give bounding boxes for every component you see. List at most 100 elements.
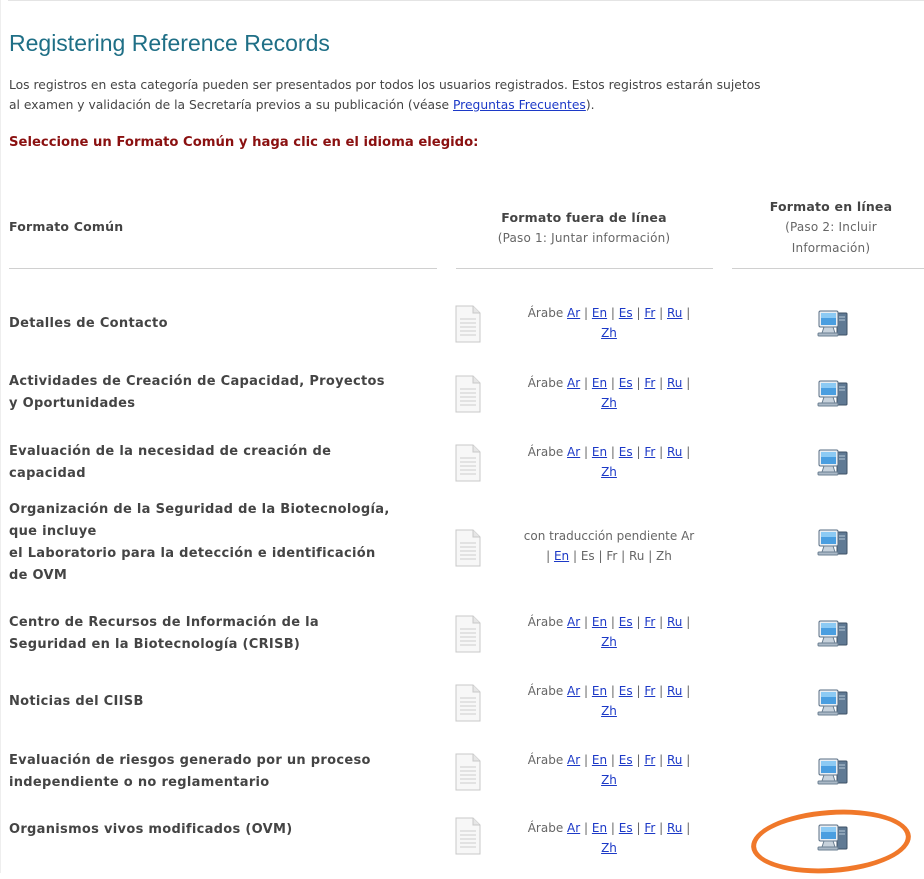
separator: | xyxy=(686,306,691,320)
lang-link-ru[interactable]: Ru xyxy=(667,821,682,835)
lang-link-en[interactable]: En xyxy=(592,306,607,320)
format-name-line: Organización de la Seguridad de la Biote… xyxy=(9,502,390,517)
lang-link-ru[interactable]: Ru xyxy=(667,615,682,629)
page-title: Registering Reference Records xyxy=(9,30,330,56)
lang-link-ru[interactable]: Ru xyxy=(667,376,682,390)
lang-link-es[interactable]: Es xyxy=(619,753,633,767)
format-name-line: capacidad xyxy=(9,466,86,481)
format-name: Centro de Recursos de Información de la S… xyxy=(9,612,449,656)
lang-link-ar[interactable]: Ar xyxy=(567,615,580,629)
lang-link-ru[interactable]: Ru xyxy=(667,306,682,320)
lang-link-fr[interactable]: Fr xyxy=(644,753,655,767)
language-links: Árabe Ar | En | Es | Fr | Ru | Zh xyxy=(490,442,728,482)
separator: | xyxy=(610,821,615,835)
lang-link-zh[interactable]: Zh xyxy=(601,465,617,479)
separator: | xyxy=(636,753,641,767)
computer-icon[interactable] xyxy=(816,526,850,558)
separator: | xyxy=(659,376,664,390)
format-name-line: que incluye xyxy=(9,524,97,539)
intro-text: Los registros en esta categoría pueden s… xyxy=(9,75,924,115)
computer-icon[interactable] xyxy=(816,377,850,409)
separator: | xyxy=(659,615,664,629)
format-name: Evaluación de riesgos generado por un pr… xyxy=(9,750,449,794)
lang-link-fr[interactable]: Fr xyxy=(644,821,655,835)
lang-link-es[interactable]: Es xyxy=(619,821,633,835)
separator: | xyxy=(686,445,691,459)
header-divider-online xyxy=(732,268,924,269)
separator: | xyxy=(636,306,641,320)
header-offline-title: Formato fuera de línea xyxy=(501,210,667,225)
lang-link-fr[interactable]: Fr xyxy=(644,684,655,698)
lang-link-zh[interactable]: Zh xyxy=(601,396,617,410)
format-name-line: Actividades de Creación de Capacidad, Pr… xyxy=(9,374,385,389)
pending-translation-text: con traducción pendiente Ar xyxy=(523,529,695,543)
separator: | xyxy=(686,376,691,390)
format-name: Organización de la Seguridad de la Biote… xyxy=(9,499,449,587)
lang-link-ar[interactable]: Ar xyxy=(567,821,580,835)
lang-link-es[interactable]: Es xyxy=(619,684,633,698)
lang-link-en[interactable]: En xyxy=(592,684,607,698)
computer-icon[interactable] xyxy=(816,617,850,649)
lang-link-zh[interactable]: Zh xyxy=(601,635,617,649)
document-icon xyxy=(455,375,481,413)
lang-link-ar[interactable]: Ar xyxy=(567,753,580,767)
lang-link-fr[interactable]: Fr xyxy=(644,376,655,390)
separator: | xyxy=(584,376,589,390)
lang-link-es[interactable]: Es xyxy=(619,615,633,629)
separator: | xyxy=(636,684,641,698)
lang-link-ar[interactable]: Ar xyxy=(567,445,580,459)
separator: | xyxy=(686,615,691,629)
lang-link-ar[interactable]: Ar xyxy=(567,376,580,390)
arabic-label: Árabe xyxy=(527,376,564,390)
computer-icon[interactable] xyxy=(816,446,850,478)
intro-line-2-start: al examen y validación de la Secretaría … xyxy=(9,98,453,112)
separator: | xyxy=(686,821,691,835)
lang-link-en[interactable]: En xyxy=(592,445,607,459)
lang-link-fr[interactable]: Fr xyxy=(644,615,655,629)
language-links: Árabe Ar | En | Es | Fr | Ru | Zh xyxy=(490,681,728,721)
format-name-line: Detalles de Contacto xyxy=(9,316,168,331)
lang-link-zh[interactable]: Zh xyxy=(601,326,617,340)
lang-link-zh[interactable]: Zh xyxy=(601,704,617,718)
header-offline-subtitle: (Paso 1: Juntar información) xyxy=(497,231,671,245)
lang-link-en[interactable]: En xyxy=(592,821,607,835)
instruction-text: Seleccione un Formato Común y haga clic … xyxy=(9,135,479,150)
top-border xyxy=(8,0,924,1)
lang-link-ru[interactable]: Ru xyxy=(667,753,682,767)
lang-link-es[interactable]: Es xyxy=(619,376,633,390)
separator: | xyxy=(636,615,641,629)
lang-link-es[interactable]: Es xyxy=(619,306,633,320)
separator: | xyxy=(659,753,664,767)
lang-link-en[interactable]: En xyxy=(592,615,607,629)
computer-icon[interactable] xyxy=(816,755,850,787)
separator: | xyxy=(584,684,589,698)
lang-link-ru[interactable]: Ru xyxy=(667,445,682,459)
lang-link-ar[interactable]: Ar xyxy=(567,306,580,320)
lang-link-fr[interactable]: Fr xyxy=(644,445,655,459)
format-name-line: Organismos vivos modificados (OVM) xyxy=(9,822,293,837)
arabic-label: Árabe xyxy=(527,753,564,767)
lang-link-en[interactable]: En xyxy=(592,753,607,767)
lang-link-ar[interactable]: Ar xyxy=(567,684,580,698)
lang-link-en[interactable]: En xyxy=(554,549,569,563)
separator: | xyxy=(610,376,615,390)
separator: | xyxy=(636,376,641,390)
lang-link-ru[interactable]: Ru xyxy=(667,684,682,698)
separator: | xyxy=(584,445,589,459)
faq-link[interactable]: Preguntas Frecuentes xyxy=(453,98,586,112)
computer-icon[interactable] xyxy=(816,686,850,718)
format-name: Detalles de Contacto xyxy=(9,313,449,335)
separator: | xyxy=(610,445,615,459)
computer-icon[interactable] xyxy=(816,307,850,339)
lang-link-en[interactable]: En xyxy=(592,376,607,390)
pending-languages: | Es | Fr | Ru | Zh xyxy=(572,549,672,563)
header-online-title: Formato en línea xyxy=(769,199,893,214)
header-divider-offline xyxy=(456,268,713,269)
lang-link-zh[interactable]: Zh xyxy=(601,773,617,787)
header-common-format: Formato Común xyxy=(9,219,124,234)
document-icon xyxy=(455,444,481,482)
lang-link-fr[interactable]: Fr xyxy=(644,306,655,320)
lang-link-es[interactable]: Es xyxy=(619,445,633,459)
lang-link-zh[interactable]: Zh xyxy=(601,841,617,855)
format-name-line: independiente o no reglamentario xyxy=(9,775,270,790)
